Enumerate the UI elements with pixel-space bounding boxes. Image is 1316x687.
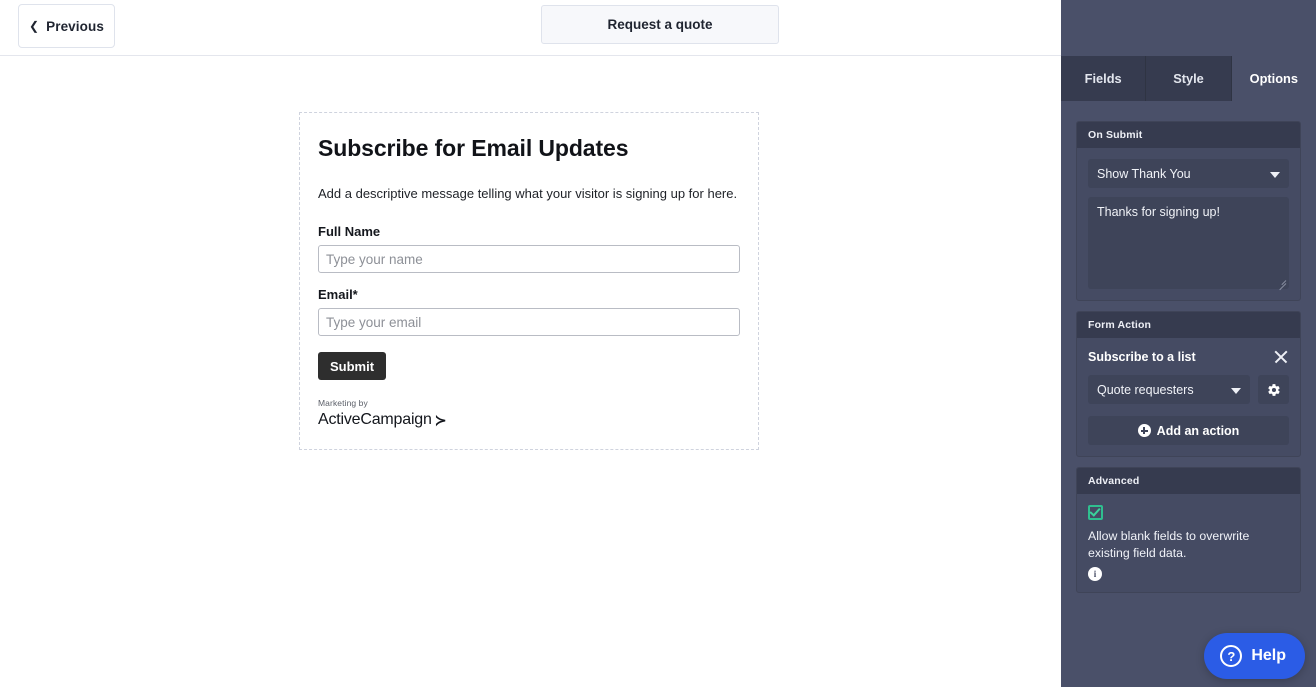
sidebar-content: On Submit Show Thank You Form Action (1061, 101, 1316, 687)
panel-advanced: Advanced Allow blank fields to overwrite… (1076, 467, 1301, 594)
gear-icon (1267, 383, 1280, 396)
help-button-label: Help (1251, 647, 1286, 664)
panel-advanced-header: Advanced (1077, 468, 1300, 494)
top-toolbar: ❮ Previous Request a quote (0, 0, 1061, 56)
chevron-left-icon: ❮ (29, 18, 40, 33)
list-select-value: Quote requesters (1097, 382, 1194, 397)
chevron-down-icon (1231, 387, 1241, 394)
add-an-action-label: Add an action (1156, 423, 1240, 438)
panel-advanced-body: Allow blank fields to overwrite existing… (1077, 494, 1300, 592)
add-an-action-button[interactable]: Add an action (1088, 416, 1289, 445)
question-circle-icon: ? (1220, 645, 1243, 667)
on-submit-action-value: Show Thank You (1097, 166, 1191, 181)
close-icon[interactable] (1273, 349, 1289, 365)
options-sidebar: Fields Style Options On Submit Show Than… (1061, 0, 1316, 687)
help-button[interactable]: ? Help (1204, 633, 1305, 679)
panel-on-submit-header: On Submit (1077, 122, 1300, 148)
checkmark-icon (1089, 505, 1101, 517)
chevron-down-icon (1270, 171, 1280, 178)
action-header-row: Subscribe to a list (1088, 349, 1289, 365)
panel-on-submit: On Submit Show Thank You (1076, 121, 1301, 301)
email-input[interactable] (318, 308, 740, 337)
form-canvas: Subscribe for Email Updates Add a descri… (0, 56, 1061, 687)
allow-blank-fields-label: Allow blank fields to overwrite existing… (1088, 529, 1250, 560)
form-heading[interactable]: Subscribe for Email Updates (318, 135, 740, 163)
form-description[interactable]: Add a descriptive message telling what y… (318, 185, 740, 204)
tab-options[interactable]: Options (1231, 56, 1316, 101)
email-label: Email* (318, 287, 358, 303)
panel-form-action-header: Form Action (1077, 312, 1300, 338)
form-name-label: Request a quote (607, 17, 713, 32)
plus-circle-icon (1137, 424, 1151, 437)
info-icon[interactable]: i (1088, 567, 1102, 582)
form-builder-app: ❮ Previous Request a quote Trigger Autom… (0, 0, 1316, 687)
tab-style[interactable]: Style (1146, 56, 1232, 101)
activecampaign-chevron-icon: ≻ (434, 411, 447, 428)
list-selection-row: Quote requesters (1088, 375, 1289, 404)
marketing-by-label: Marketing by (318, 398, 368, 408)
list-select[interactable]: Quote requesters (1088, 375, 1250, 404)
form-preview-card[interactable]: Subscribe for Email Updates Add a descri… (299, 112, 759, 450)
panel-form-action-body: Subscribe to a list Quote requesters Add… (1077, 338, 1300, 456)
thank-you-message-wrap (1088, 197, 1289, 291)
form-name-field[interactable]: Request a quote (541, 5, 779, 44)
action-title: Subscribe to a list (1088, 350, 1196, 364)
activecampaign-logo[interactable]: ActiveCampaign ≻ (318, 411, 446, 429)
on-submit-action-select[interactable]: Show Thank You (1088, 159, 1289, 188)
activecampaign-wordmark: ActiveCampaign (318, 411, 432, 428)
previous-button[interactable]: ❮ Previous (18, 4, 115, 48)
full-name-label: Full Name (318, 224, 381, 240)
sidebar-tab-bar: Fields Style Options (1061, 56, 1316, 101)
previous-button-label: Previous (46, 18, 104, 34)
panel-form-action: Form Action Subscribe to a list Quote re… (1076, 311, 1301, 457)
full-name-input[interactable] (318, 245, 740, 274)
thank-you-message-textarea[interactable] (1088, 197, 1289, 289)
list-settings-button[interactable] (1258, 375, 1289, 404)
allow-blank-fields-checkbox[interactable] (1088, 505, 1103, 520)
form-submit-button[interactable]: Submit (318, 352, 387, 381)
form-footer-branding: Marketing by ActiveCampaign ≻ (318, 398, 446, 429)
panel-on-submit-body: Show Thank You (1077, 148, 1300, 300)
tab-fields[interactable]: Fields (1061, 56, 1147, 101)
